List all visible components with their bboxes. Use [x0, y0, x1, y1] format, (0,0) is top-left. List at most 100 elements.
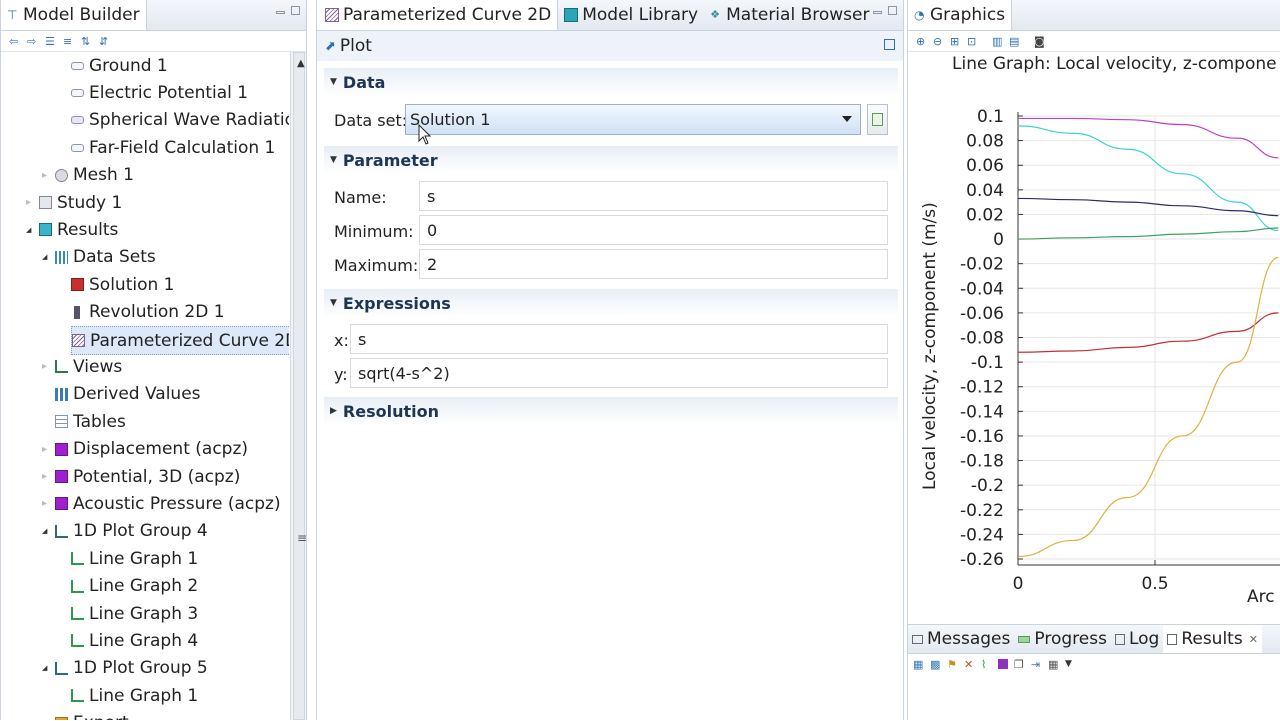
tree-item-label: Revolution 2D 1 — [89, 302, 225, 323]
camera-icon[interactable]: ◙ — [1034, 36, 1045, 47]
collapse-arrow-icon: ▼ — [330, 298, 337, 308]
maximize-button[interactable] — [888, 6, 897, 15]
grid-toggle-icon[interactable]: ▥ — [992, 36, 1003, 47]
forward-arrow-icon[interactable]: ⇨ — [27, 36, 38, 47]
tab-parameterized-curve[interactable]: Parameterized Curve 2D — [317, 0, 559, 30]
tab-results[interactable]: Results ✕ — [1163, 625, 1262, 653]
dataset-select[interactable]: Solution 1 — [405, 104, 861, 135]
plot-icon[interactable]: ⬈ — [325, 39, 336, 54]
tree-item[interactable]: Line Graph 4 — [71, 627, 198, 654]
delete-icon[interactable]: ✕ — [964, 659, 975, 670]
tab-log-label: Log — [1128, 629, 1160, 649]
color-table-icon[interactable] — [998, 659, 1008, 669]
tree-item[interactable]: ▸ Views — [42, 353, 122, 380]
tree-item[interactable]: Spherical Wave Radiation — [71, 107, 289, 134]
tree-item[interactable]: Export — [55, 710, 129, 720]
model-library-icon — [564, 8, 579, 22]
section-data[interactable]: ▼ Data — [324, 68, 898, 96]
tree-item[interactable]: ◢ Results — [26, 216, 118, 243]
line-graph-icon — [71, 579, 84, 593]
table-format-icon[interactable]: ▦ — [913, 659, 924, 670]
tree-options-icon[interactable]: ⇵ — [99, 36, 110, 47]
axis-toggle-icon[interactable]: ▤ — [1009, 36, 1020, 47]
zoom-in-icon[interactable]: ⊕ — [916, 36, 927, 47]
tree-item[interactable]: ▸ Displacement (acpz) — [42, 436, 248, 463]
tree-item[interactable]: ◢ 1D Plot Group 4 — [42, 518, 208, 545]
x-expression-field[interactable]: s — [350, 324, 888, 354]
expanded-arrow-icon[interactable]: ◢ — [42, 527, 47, 535]
graphics-tabbar: ◔ Graphics — [908, 0, 1280, 31]
collapsed-arrow-icon[interactable]: ▸ — [42, 444, 47, 455]
name-field[interactable]: s — [419, 181, 888, 211]
expanded-arrow-icon[interactable]: ◢ — [26, 226, 31, 234]
sort-icon[interactable]: ⇅ — [81, 36, 92, 47]
zoom-out-icon[interactable]: ⊖ — [933, 36, 944, 47]
zoom-box-icon[interactable]: ⊞ — [950, 36, 961, 47]
tree-item[interactable]: Derived Values — [55, 381, 201, 408]
scrollbar-thumb[interactable]: ≡ — [293, 52, 306, 720]
tree-scrollbar[interactable]: ≡ — [290, 52, 306, 720]
tab-log[interactable]: Log — [1111, 625, 1163, 653]
minimize-button[interactable] — [276, 11, 285, 14]
dataset-label: Data set: — [334, 111, 408, 130]
settings-table-icon[interactable]: ▦ — [1048, 659, 1059, 670]
tree-item[interactable]: ◢ Data Sets — [42, 244, 156, 271]
tree-item[interactable]: Ground 1 — [71, 52, 168, 79]
minimize-button[interactable] — [873, 11, 882, 14]
plot-button[interactable]: Plot — [340, 36, 372, 56]
maximize-button[interactable] — [291, 6, 300, 15]
tab-model-library[interactable]: Model Library — [558, 0, 704, 30]
tree-item[interactable]: Line Graph 3 — [71, 600, 198, 627]
y-label: y: — [334, 365, 348, 384]
section-resolution[interactable]: ▶ Resolution — [324, 397, 898, 425]
tree-item[interactable]: Revolution 2D 1 — [71, 299, 225, 326]
plot-table-icon[interactable]: ⌇ — [981, 659, 992, 670]
section-expressions[interactable]: ▼ Expressions — [324, 289, 898, 317]
export-table-icon[interactable]: ⇥ — [1031, 659, 1042, 670]
close-icon[interactable]: ✕ — [1249, 633, 1258, 646]
line-graph-chart[interactable]: 0.1 0.08 0.06 0.04 0.02 0 -0.02 -0.04 -0.06 -0.08… — [940, 100, 1280, 600]
collapse-all-icon[interactable]: ≡ — [63, 36, 74, 47]
tree-item[interactable]: Line Graph 1 — [71, 545, 198, 572]
expanded-arrow-icon[interactable]: ◢ — [42, 253, 47, 261]
tree-item[interactable]: Electric Potential 1 — [71, 79, 248, 106]
section-parameter[interactable]: ▼ Parameter — [324, 146, 898, 174]
tree-item[interactable]: Tables — [55, 408, 126, 435]
tree-item[interactable]: ▸ Mesh 1 — [42, 162, 134, 189]
y-expression-value: sqrt(4-s^2) — [358, 363, 450, 383]
maximum-field[interactable]: 2 — [419, 249, 888, 279]
full-precision-icon[interactable]: ▩ — [930, 659, 941, 670]
plot-title: Line Graph: Local velocity, z-compone — [952, 54, 1277, 74]
copy-icon[interactable]: ❐ — [1014, 659, 1025, 670]
collapsed-arrow-icon[interactable]: ▸ — [26, 197, 31, 208]
tab-model-builder[interactable]: ⊤ Model Builder — [1, 0, 147, 30]
tree-item[interactable]: Solution 1 — [71, 271, 174, 298]
dataset-goto-button[interactable] — [867, 104, 888, 135]
tree-item[interactable]: ▸ Acoustic Pressure (acpz) — [42, 490, 281, 517]
scroll-up-icon[interactable]: ▲ — [297, 58, 305, 69]
chevron-down-icon[interactable]: ▼ — [1065, 659, 1076, 670]
tree-item[interactable]: Line Graph 2 — [71, 573, 198, 600]
clear-icon[interactable]: ⚑ — [947, 659, 958, 670]
expand-all-icon[interactable]: ☰ — [45, 36, 56, 47]
tree-item[interactable]: Parameterized Curve 2D 1 — [71, 326, 289, 355]
tree-item[interactable]: ▸ Study 1 — [26, 189, 122, 216]
tab-progress[interactable]: Progress — [1014, 625, 1111, 653]
tab-material-browser[interactable]: ❖ Material Browser — [704, 0, 875, 30]
collapsed-arrow-icon[interactable]: ▸ — [42, 361, 47, 372]
tree-item[interactable]: Line Graph 1 — [71, 682, 198, 709]
minimum-field[interactable]: 0 — [419, 215, 888, 245]
tab-messages[interactable]: Messages — [908, 625, 1014, 653]
settings-options-icon[interactable] — [884, 39, 895, 50]
y-expression-field[interactable]: sqrt(4-s^2) — [350, 358, 888, 388]
expanded-arrow-icon[interactable]: ◢ — [42, 664, 47, 672]
tab-graphics[interactable]: ◔ Graphics — [908, 0, 1013, 30]
tree-item[interactable]: ◢ 1D Plot Group 5 — [42, 655, 208, 682]
collapsed-arrow-icon[interactable]: ▸ — [42, 498, 47, 509]
collapsed-arrow-icon[interactable]: ▸ — [42, 170, 47, 181]
tree-item[interactable]: Far-Field Calculation 1 — [71, 134, 275, 161]
tree-item[interactable]: ▸ Potential, 3D (acpz) — [42, 463, 240, 490]
zoom-extents-icon[interactable]: ⊡ — [967, 36, 978, 47]
collapsed-arrow-icon[interactable]: ▸ — [42, 471, 47, 482]
back-arrow-icon[interactable]: ⇦ — [9, 36, 20, 47]
